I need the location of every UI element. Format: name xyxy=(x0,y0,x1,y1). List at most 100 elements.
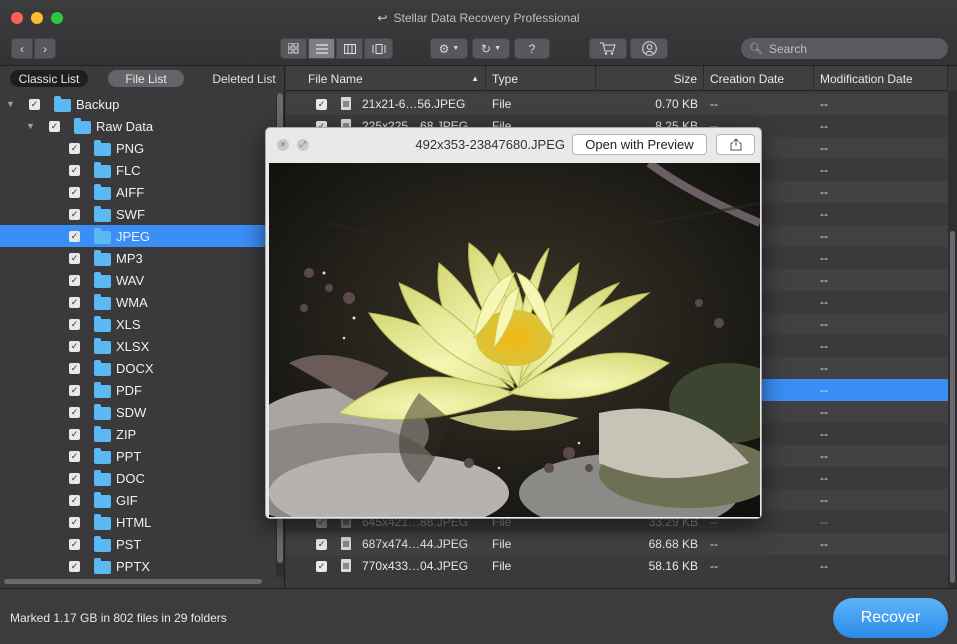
help-button[interactable]: ? xyxy=(514,38,550,59)
tree-item-label: PDF xyxy=(116,382,142,398)
list-icon xyxy=(315,44,328,53)
table-row[interactable]: ✓ 21x21-6…56.JPEG File 0.70 KB -- -- xyxy=(286,93,948,115)
settings-button[interactable]: ⚙ ▼ xyxy=(430,38,468,59)
tree-horizontal-scrollbar[interactable] xyxy=(4,579,262,584)
history-button[interactable]: ↻ ▼ xyxy=(472,38,510,59)
folder-icon xyxy=(94,184,111,200)
share-button[interactable] xyxy=(716,134,755,155)
tree-item[interactable]: ✓ FLC xyxy=(0,159,276,181)
column-header-modification-date[interactable]: Modification Date xyxy=(814,66,948,91)
tree-item[interactable]: ✓ PST xyxy=(0,533,276,555)
tree-item-checkbox[interactable]: ✓ xyxy=(69,516,80,528)
tree-item[interactable]: ✓ DOC xyxy=(0,467,276,489)
buy-button[interactable] xyxy=(589,38,627,59)
tab-deleted-list[interactable]: Deleted List xyxy=(200,70,288,87)
list-view-button[interactable] xyxy=(308,38,335,59)
image-file-icon xyxy=(341,559,351,572)
icon-view-button[interactable] xyxy=(280,38,307,59)
disclosure-triangle-icon[interactable]: ▼ xyxy=(26,121,35,131)
tree-item[interactable]: ✓ SWF xyxy=(0,203,276,225)
tree-item-checkbox[interactable]: ✓ xyxy=(69,318,80,330)
tree-item-checkbox[interactable]: ✓ xyxy=(69,252,80,264)
tree-item-checkbox[interactable]: ✓ xyxy=(69,230,80,242)
open-with-preview-button[interactable]: Open with Preview xyxy=(572,134,707,155)
tree-item-checkbox[interactable]: ✓ xyxy=(69,494,80,506)
tree-item[interactable]: ✓ SDW xyxy=(0,401,276,423)
tree-item[interactable]: ✓ JPEG xyxy=(0,225,276,247)
column-header-creation-date[interactable]: Creation Date xyxy=(704,66,814,91)
water-lily-image xyxy=(269,163,760,517)
account-button[interactable] xyxy=(630,38,668,59)
modification-date-cell: -- xyxy=(820,229,828,243)
tree-item-checkbox[interactable]: ✓ xyxy=(69,538,80,550)
tree-item-checkbox[interactable]: ✓ xyxy=(69,472,80,484)
tree-item[interactable]: ✓ XLSX xyxy=(0,335,276,357)
table-scroll-thumb[interactable] xyxy=(950,231,955,583)
modification-date-cell: -- xyxy=(820,405,828,419)
row-checkbox[interactable]: ✓ xyxy=(316,561,327,572)
tree-item[interactable]: ✓ AIFF xyxy=(0,181,276,203)
tree-item[interactable]: ✓ PPT xyxy=(0,445,276,467)
tree-item-checkbox[interactable]: ✓ xyxy=(69,406,80,418)
file-name-cell: 21x21-6…56.JPEG xyxy=(362,97,466,111)
column-view-button[interactable] xyxy=(336,38,363,59)
table-row[interactable]: ✓ 770x433…04.JPEG File 58.16 KB -- -- xyxy=(286,555,948,577)
preview-fullscreen-button[interactable]: ⤢ xyxy=(297,139,309,151)
tree-item[interactable]: ✓ XLS xyxy=(0,313,276,335)
tree-item[interactable]: ✓ ZIP xyxy=(0,423,276,445)
recover-button[interactable]: Recover xyxy=(833,598,948,638)
tree-item-label: ZIP xyxy=(116,426,137,442)
tab-classic-list[interactable]: Classic List xyxy=(10,70,88,87)
tree-item-label: JPEG xyxy=(116,228,150,244)
tree-item[interactable]: ▼ ✓ Raw Data xyxy=(0,115,276,137)
tree-item-checkbox[interactable]: ✓ xyxy=(69,296,80,308)
tree-item-checkbox[interactable]: ✓ xyxy=(69,186,80,198)
tree-item[interactable]: ✓ DOCX xyxy=(0,357,276,379)
tree-item-checkbox[interactable]: ✓ xyxy=(69,142,80,154)
tree-item[interactable]: ▼ ✓ Backup xyxy=(0,93,276,115)
tab-file-list[interactable]: File List xyxy=(108,70,184,87)
tree-item[interactable]: ✓ WAV xyxy=(0,269,276,291)
forward-button[interactable]: › xyxy=(34,38,56,59)
modification-date-cell: -- xyxy=(820,559,828,573)
tree-item-checkbox[interactable]: ✓ xyxy=(69,362,80,374)
tree-item[interactable]: ✓ GIF xyxy=(0,489,276,511)
tree-item-checkbox[interactable]: ✓ xyxy=(69,428,80,440)
tree-item[interactable]: ✓ HTML xyxy=(0,511,276,533)
modification-date-cell: -- xyxy=(820,251,828,265)
back-button[interactable]: ‹ xyxy=(11,38,33,59)
tree-item-checkbox[interactable]: ✓ xyxy=(69,340,80,352)
tree-item[interactable]: ✓ WMA xyxy=(0,291,276,313)
preview-close-button[interactable]: ✕ xyxy=(277,139,289,151)
table-row[interactable]: ✓ 687x474…44.JPEG File 68.68 KB -- -- xyxy=(286,533,948,555)
app-back-arrow-icon: ↩ xyxy=(377,11,388,25)
coverflow-view-button[interactable] xyxy=(364,38,393,59)
row-checkbox[interactable]: ✓ xyxy=(316,99,327,110)
tree-item-checkbox[interactable]: ✓ xyxy=(49,120,60,132)
column-header-type[interactable]: Type xyxy=(486,66,596,91)
tree-item-checkbox[interactable]: ✓ xyxy=(69,164,80,176)
tree-item-checkbox[interactable]: ✓ xyxy=(69,274,80,286)
tree-item[interactable]: ✓ PDF xyxy=(0,379,276,401)
column-header-file-name[interactable]: File Name ▲ xyxy=(286,66,486,91)
image-file-icon xyxy=(341,97,351,110)
tree-item-checkbox[interactable]: ✓ xyxy=(69,384,80,396)
tree-item-checkbox[interactable]: ✓ xyxy=(69,450,80,462)
table-scrollbar[interactable] xyxy=(948,91,957,588)
tree-item-checkbox[interactable]: ✓ xyxy=(69,560,80,572)
tree-item[interactable]: ✓ MP3 xyxy=(0,247,276,269)
search-field[interactable]: 🔍︎ Search xyxy=(741,38,948,59)
disclosure-triangle-icon[interactable]: ▼ xyxy=(6,99,15,109)
column-header-size[interactable]: Size xyxy=(596,66,704,91)
tree-item-checkbox[interactable]: ✓ xyxy=(29,98,40,110)
creation-date-cell: -- xyxy=(710,97,718,111)
tree-item[interactable]: ✓ PNG xyxy=(0,137,276,159)
preview-filename: 492x353-23847680.JPEG xyxy=(415,137,565,152)
folder-icon xyxy=(94,426,111,442)
folder-icon xyxy=(94,492,111,508)
search-placeholder: Search xyxy=(768,41,807,56)
row-checkbox[interactable]: ✓ xyxy=(316,539,327,550)
tree-item[interactable]: ✓ PPTX xyxy=(0,555,276,577)
tree-item-label: SDW xyxy=(116,404,147,420)
tree-item-checkbox[interactable]: ✓ xyxy=(69,208,80,220)
